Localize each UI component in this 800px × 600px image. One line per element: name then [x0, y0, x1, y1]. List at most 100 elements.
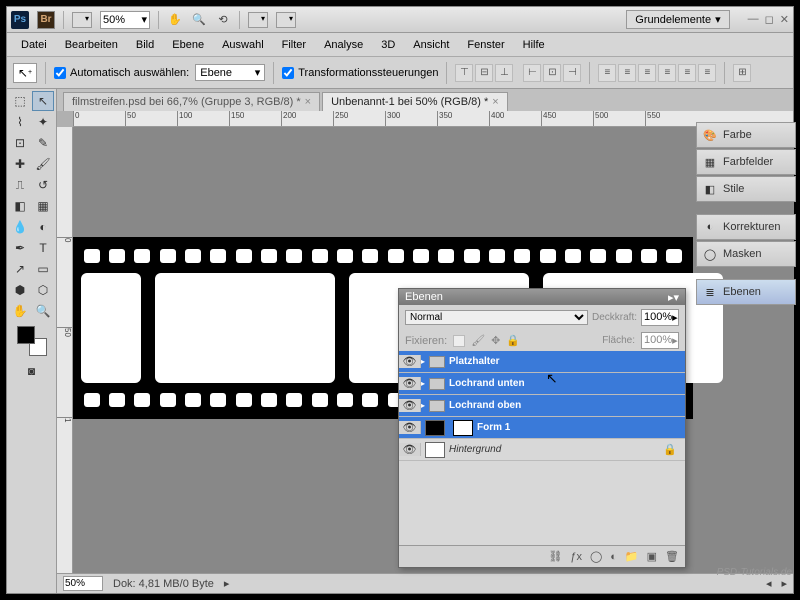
menu-bild[interactable]: Bild	[128, 36, 162, 54]
auto-align-icon[interactable]: ⊞	[733, 64, 751, 82]
menu-ansicht[interactable]: Ansicht	[405, 36, 457, 54]
distribute-top-icon[interactable]: ≡	[598, 64, 616, 82]
align-right-icon[interactable]: ⊣	[563, 64, 581, 82]
menu-auswahl[interactable]: Auswahl	[214, 36, 272, 54]
visibility-icon[interactable]: 👁	[399, 377, 421, 390]
eyedropper-tool[interactable]: ✎	[32, 133, 54, 153]
dodge-tool[interactable]: ◐	[32, 217, 54, 237]
link-layers-icon[interactable]: ⛓	[548, 550, 562, 563]
document-tab[interactable]: filmstreifen.psd bei 66,7% (Gruppe 3, RG…	[63, 92, 320, 111]
heal-tool[interactable]: ✚	[9, 154, 31, 174]
brush-tool[interactable]: 🖌	[32, 154, 54, 174]
distribute-hcenter-icon[interactable]: ≡	[678, 64, 696, 82]
panel-farbfelder[interactable]: ▦Farbfelder	[696, 149, 796, 175]
eraser-tool[interactable]: ◧	[9, 196, 31, 216]
history-brush-tool[interactable]: ↺	[32, 175, 54, 195]
menu-datei[interactable]: Datei	[13, 36, 55, 54]
group-icon[interactable]: 📁	[625, 550, 639, 563]
panel-farbe[interactable]: 🎨Farbe	[696, 122, 796, 148]
fx-icon[interactable]: ƒx	[570, 551, 582, 563]
tab-close-icon[interactable]: ×	[492, 96, 498, 108]
align-left-icon[interactable]: ⊢	[523, 64, 541, 82]
adjustment-layer-icon[interactable]: ◐	[610, 551, 617, 563]
opacity-input[interactable]: 100%▸	[641, 309, 679, 326]
lasso-tool[interactable]: ⌇	[9, 112, 31, 132]
zoom-tool[interactable]: 🔍	[32, 301, 54, 321]
panel-menu-icon[interactable]: ▸▾	[668, 291, 679, 304]
move-tool[interactable]: ↖	[32, 91, 54, 111]
lock-transparency-icon[interactable]	[453, 335, 465, 347]
align-top-icon[interactable]: ⊤	[455, 64, 473, 82]
menu-hilfe[interactable]: Hilfe	[515, 36, 553, 54]
hand-icon[interactable]: ✋	[167, 12, 183, 28]
color-swatches[interactable]	[17, 326, 47, 356]
zoom-select[interactable]: 50%▾	[100, 11, 150, 29]
distribute-right-icon[interactable]: ≡	[698, 64, 716, 82]
distribute-left-icon[interactable]: ≡	[658, 64, 676, 82]
menu-analyse[interactable]: Analyse	[316, 36, 371, 54]
menu-bearbeiten[interactable]: Bearbeiten	[57, 36, 126, 54]
auto-select-checkbox[interactable]: Automatisch auswählen:	[54, 67, 189, 79]
visibility-icon[interactable]: 👁	[399, 443, 421, 456]
lock-all-icon[interactable]: 🔒	[506, 334, 520, 347]
wand-tool[interactable]: ✦	[32, 112, 54, 132]
new-layer-icon[interactable]: ▣	[647, 550, 657, 563]
blur-tool[interactable]: 💧	[9, 217, 31, 237]
blend-mode-select[interactable]: Normal	[405, 310, 588, 325]
align-hcenter-icon[interactable]: ⊡	[543, 64, 561, 82]
minimize-icon[interactable]: —	[748, 13, 759, 26]
lock-move-icon[interactable]: ✥	[491, 334, 500, 347]
gradient-tool[interactable]: ▦	[32, 196, 54, 216]
path-tool[interactable]: ↗	[9, 259, 31, 279]
lock-paint-icon[interactable]: 🖌	[471, 334, 485, 347]
layer-row[interactable]: 👁▸Lochrand unten	[399, 373, 685, 395]
bridge-icon[interactable]: Br	[37, 11, 55, 29]
tab-close-icon[interactable]: ×	[305, 96, 311, 108]
layer-row[interactable]: 👁▸Lochrand oben	[399, 395, 685, 417]
shape-tool[interactable]: ▭	[32, 259, 54, 279]
move-tool-indicator[interactable]: ↖+	[13, 63, 37, 83]
type-tool[interactable]: T	[32, 238, 54, 258]
rotate-view-icon[interactable]: ⟲	[215, 12, 231, 28]
stamp-tool[interactable]: ⎍	[9, 175, 31, 195]
visibility-icon[interactable]: 👁	[399, 421, 421, 434]
view-extras-dropdown[interactable]	[72, 12, 92, 28]
marquee-tool[interactable]: ⬚	[9, 91, 31, 111]
maximize-icon[interactable]: ◻	[765, 13, 774, 26]
zoom-input[interactable]	[63, 576, 103, 591]
menu-3d[interactable]: 3D	[373, 36, 403, 54]
zoom-icon[interactable]: 🔍	[191, 12, 207, 28]
auto-select-target[interactable]: Ebene▾	[195, 64, 265, 81]
3d-tool[interactable]: ⬢	[9, 280, 31, 300]
mask-icon[interactable]: ◯	[590, 550, 602, 563]
layer-row[interactable]: 👁Form 1	[399, 417, 685, 439]
panel-korrekturen[interactable]: ◐Korrekturen	[696, 214, 796, 240]
menu-filter[interactable]: Filter	[274, 36, 314, 54]
menu-fenster[interactable]: Fenster	[459, 36, 512, 54]
layer-row[interactable]: 👁▸Platzhalter	[399, 351, 685, 373]
fill-input[interactable]: 100%▸	[641, 332, 679, 349]
distribute-bottom-icon[interactable]: ≡	[638, 64, 656, 82]
panel-stile[interactable]: ◧Stile	[696, 176, 796, 202]
transform-controls-checkbox[interactable]: Transformationssteuerungen	[282, 67, 438, 79]
screen-mode-dropdown[interactable]	[276, 12, 296, 28]
crop-tool[interactable]: ⊡	[9, 133, 31, 153]
align-vcenter-icon[interactable]: ⊟	[475, 64, 493, 82]
visibility-icon[interactable]: 👁	[399, 355, 421, 368]
layer-row[interactable]: 👁Hintergrund🔒	[399, 439, 685, 461]
panel-masken[interactable]: ◯Masken	[696, 241, 796, 267]
close-icon[interactable]: ✕	[780, 13, 789, 26]
document-tab[interactable]: Unbenannt-1 bei 50% (RGB/8) *×	[322, 92, 508, 111]
align-bottom-icon[interactable]: ⊥	[495, 64, 513, 82]
workspace-switcher[interactable]: Grundelemente▾	[626, 10, 729, 29]
hand-tool[interactable]: ✋	[9, 301, 31, 321]
menu-ebene[interactable]: Ebene	[164, 36, 212, 54]
panel-ebenen[interactable]: ≣Ebenen	[696, 279, 796, 305]
delete-layer-icon[interactable]: 🗑	[665, 550, 679, 563]
3d-camera-tool[interactable]: ⬡	[32, 280, 54, 300]
distribute-vcenter-icon[interactable]: ≡	[618, 64, 636, 82]
visibility-icon[interactable]: 👁	[399, 399, 421, 412]
quickmask-icon[interactable]: ◙	[21, 361, 43, 381]
arrange-dropdown[interactable]	[248, 12, 268, 28]
pen-tool[interactable]: ✒	[9, 238, 31, 258]
